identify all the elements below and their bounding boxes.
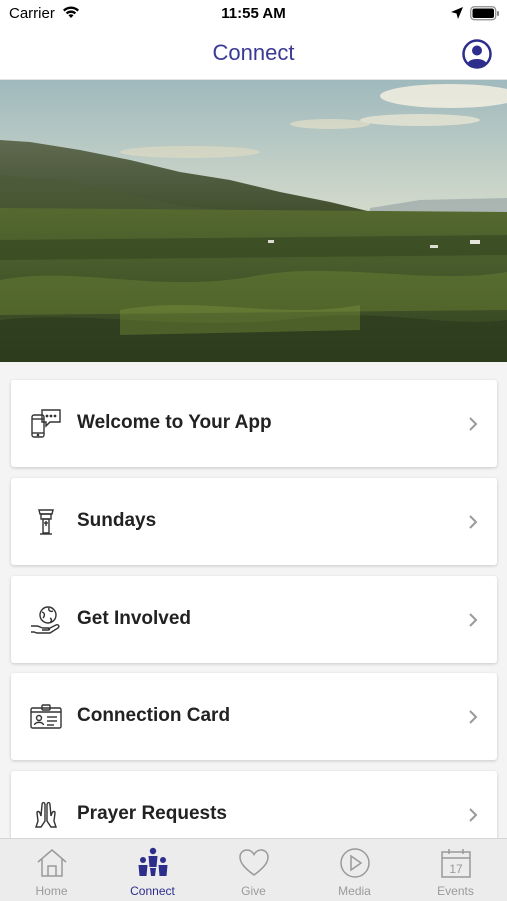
globe-hand-icon [30,604,62,636]
menu-item-welcome[interactable]: Welcome to Your App [11,380,497,467]
page-title: Connect [212,40,295,65]
tab-home[interactable]: Home [1,839,102,901]
tab-events[interactable]: 17 Events [405,839,506,901]
status-time: 11:55 AM [221,5,286,22]
tab-label: Connect [130,884,175,898]
menu-item-label: Sundays [77,510,157,531]
menu-item-connection-card[interactable]: Connection Card [11,673,497,760]
play-icon [338,847,372,879]
home-icon [35,847,69,879]
menu-item-label: Welcome to Your App [77,412,272,433]
praying-hands-icon [30,799,62,831]
menu-item-get-involved[interactable]: Get Involved [11,576,497,663]
tab-label: Give [241,884,266,898]
menu-item-label: Get Involved [77,608,192,629]
tab-label: Events [437,884,474,898]
menu-item-label: Prayer Requests [77,803,227,824]
heart-icon [237,847,271,879]
tab-bar: Home Connect Give Media 17 Events [0,838,507,901]
pulpit-icon [30,506,62,538]
tab-label: Media [338,884,371,898]
chevron-right-icon [466,612,480,628]
chevron-right-icon [466,807,480,823]
chevron-right-icon [466,709,480,725]
landscape-photo [0,80,507,362]
calendar-day: 17 [449,862,463,876]
chevron-right-icon [466,514,480,530]
people-icon [136,847,170,879]
location-arrow-icon [450,6,464,25]
status-bar: Carrier 11:55 AM [0,0,507,28]
nav-bar: Connect [0,28,507,80]
menu-item-sundays[interactable]: Sundays [11,478,497,565]
chevron-right-icon [466,416,480,432]
tab-label: Home [35,884,68,898]
calendar-icon: 17 [439,847,473,879]
phone-chat-icon [30,408,62,440]
user-circle-icon[interactable] [462,39,492,69]
menu-item-label: Connection Card [77,705,231,726]
tab-media[interactable]: Media [304,839,405,901]
hero-image [0,80,507,362]
tab-give[interactable]: Give [203,839,304,901]
battery-icon [470,6,500,26]
id-card-icon [30,701,62,733]
tab-connect[interactable]: Connect [102,839,203,901]
